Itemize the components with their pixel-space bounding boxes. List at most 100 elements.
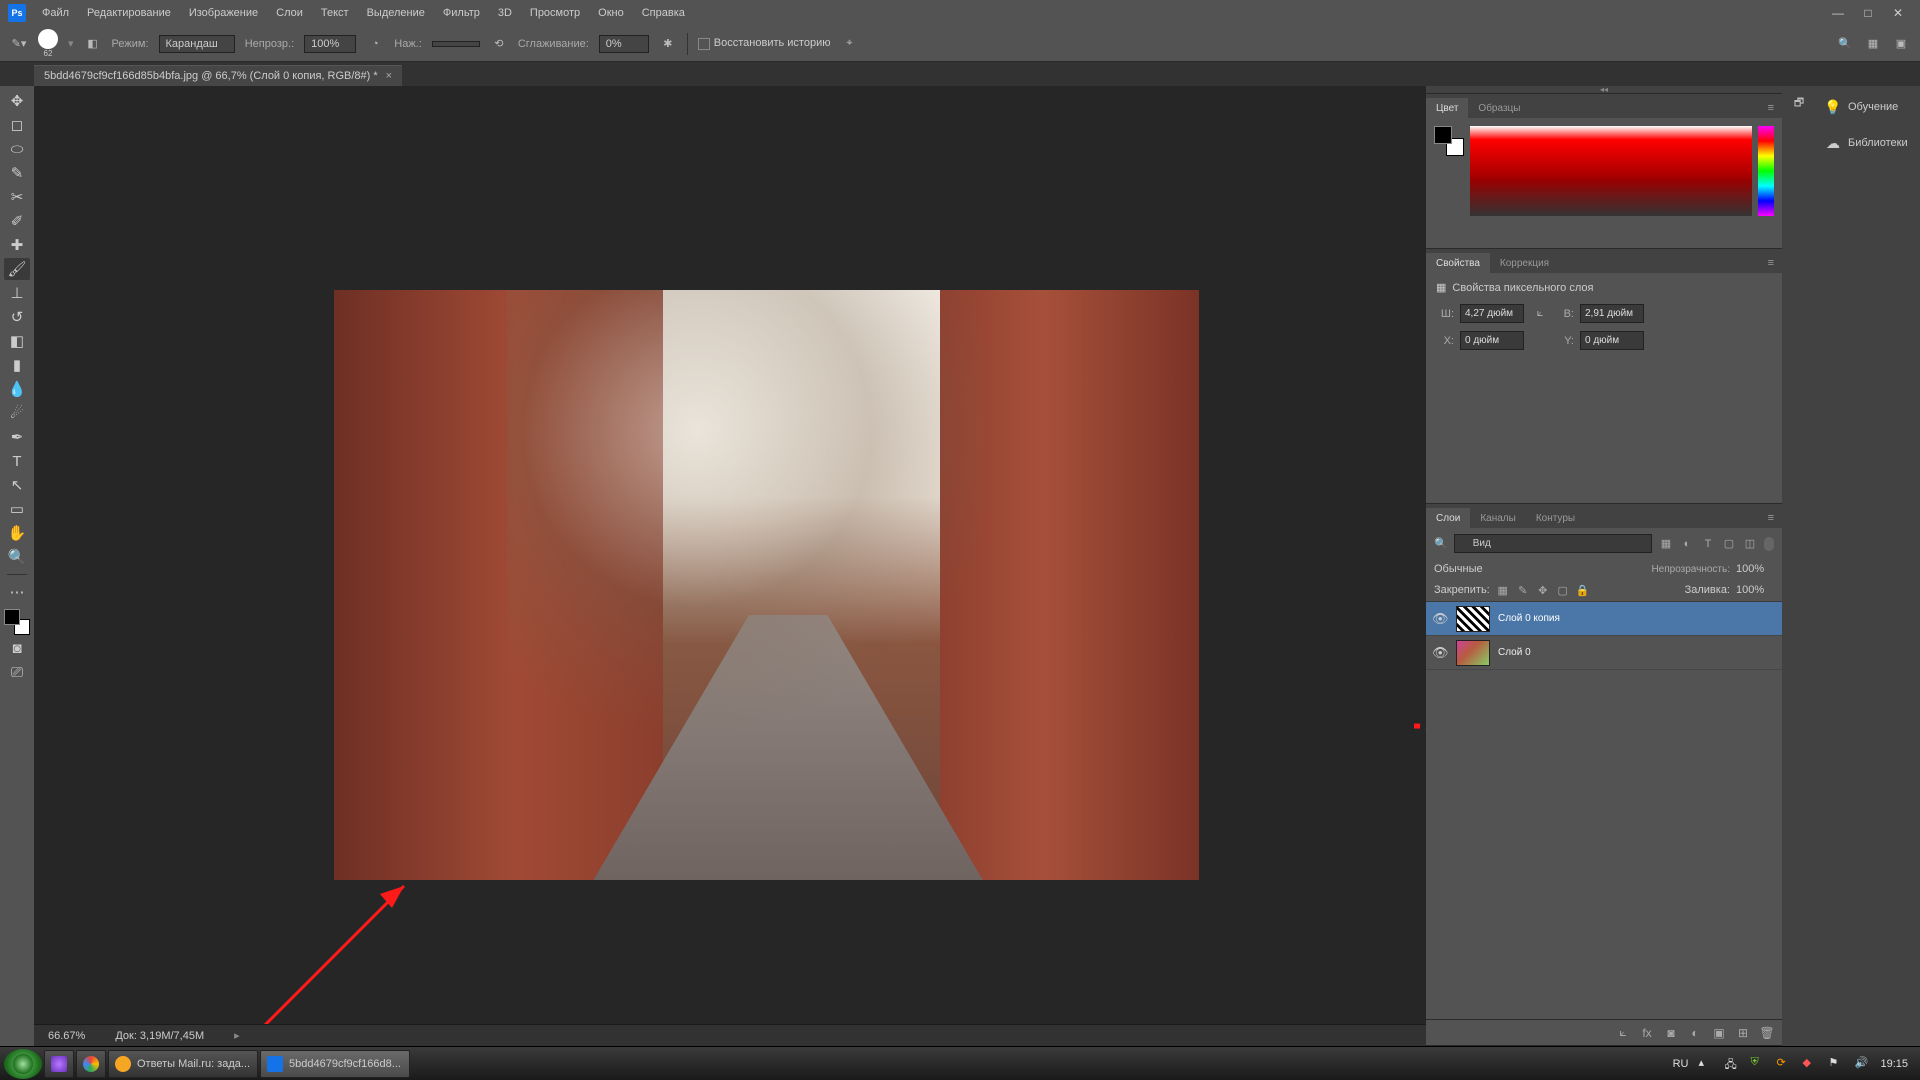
- eyedropper-tool[interactable]: ✐: [4, 210, 30, 232]
- menu-select[interactable]: Выделение: [359, 3, 433, 23]
- tab-adjustments[interactable]: Коррекция: [1490, 253, 1559, 273]
- blur-tool[interactable]: 💧: [4, 378, 30, 400]
- shape-tool[interactable]: ▭: [4, 498, 30, 520]
- tab-channels[interactable]: Каналы: [1470, 508, 1526, 528]
- layer-name[interactable]: Слой 0: [1498, 647, 1531, 658]
- tab-color[interactable]: Цвет: [1426, 98, 1468, 118]
- crop-tool[interactable]: ✂: [4, 186, 30, 208]
- menu-image[interactable]: Изображение: [181, 3, 266, 23]
- layer-thumbnail[interactable]: [1456, 606, 1490, 632]
- menu-window[interactable]: Окно: [590, 3, 632, 23]
- lock-all-icon[interactable]: 🔒: [1576, 583, 1590, 597]
- path-select-tool[interactable]: ↖: [4, 474, 30, 496]
- tray-clock[interactable]: 19:15: [1880, 1058, 1908, 1070]
- adjustment-layer-icon[interactable]: ◐: [1688, 1026, 1702, 1040]
- healing-tool[interactable]: ✚: [4, 234, 30, 256]
- link-wh-icon[interactable]: ⟀: [1530, 305, 1550, 323]
- layer-name[interactable]: Слой 0 копия: [1498, 613, 1560, 624]
- y-field[interactable]: 0 дюйм: [1580, 331, 1644, 350]
- minimize-button[interactable]: —: [1824, 4, 1852, 22]
- tray-flag-icon[interactable]: ⚑: [1828, 1056, 1844, 1072]
- layer-row[interactable]: 👁 Слой 0 копия: [1426, 602, 1782, 636]
- blend-mode-select[interactable]: Обычные: [1434, 563, 1645, 575]
- zoom-level[interactable]: 66.67%: [48, 1030, 85, 1042]
- canvas[interactable]: [34, 86, 1426, 1024]
- pressure-opacity-icon[interactable]: ◔: [366, 35, 384, 53]
- lock-image-icon[interactable]: ✎: [1516, 583, 1530, 597]
- filter-shape-icon[interactable]: ▢: [1721, 536, 1737, 552]
- menu-3d[interactable]: 3D: [490, 3, 520, 23]
- layer-opacity-select[interactable]: 100%: [1736, 563, 1774, 575]
- filter-pixel-icon[interactable]: ▦: [1658, 536, 1674, 552]
- lock-position-icon[interactable]: ✥: [1536, 583, 1550, 597]
- edit-toolbar-icon[interactable]: ⋯: [4, 581, 30, 603]
- tray-network-icon[interactable]: 🖧: [1724, 1056, 1740, 1072]
- tab-paths[interactable]: Контуры: [1526, 508, 1585, 528]
- x-field[interactable]: 0 дюйм: [1460, 331, 1524, 350]
- close-button[interactable]: ✕: [1884, 4, 1912, 22]
- screen-mode-tool[interactable]: ⎚: [4, 661, 30, 683]
- filter-smart-icon[interactable]: ◫: [1742, 536, 1758, 552]
- visibility-icon[interactable]: 👁: [1432, 645, 1448, 661]
- layer-row[interactable]: 👁 Слой 0: [1426, 636, 1782, 670]
- layer-filter-select[interactable]: Вид: [1454, 534, 1652, 553]
- mode-select[interactable]: Карандаш: [159, 35, 235, 53]
- lasso-tool[interactable]: ⬭: [4, 138, 30, 160]
- panel-grip[interactable]: ◂◂: [1426, 86, 1782, 94]
- fill-select[interactable]: 100%: [1736, 584, 1774, 596]
- tray-app-icon[interactable]: ◆: [1802, 1056, 1818, 1072]
- type-tool[interactable]: T: [4, 450, 30, 472]
- search-icon[interactable]: 🔍: [1836, 35, 1854, 53]
- menu-help[interactable]: Справка: [634, 3, 693, 23]
- gradient-tool[interactable]: ▮: [4, 354, 30, 376]
- taskbar-app-browser[interactable]: Ответы Mail.ru: зада...: [108, 1050, 258, 1078]
- zoom-tool[interactable]: 🔍: [4, 546, 30, 568]
- tray-lang[interactable]: RU: [1673, 1058, 1689, 1070]
- airbrush-icon[interactable]: ⟲: [490, 35, 508, 53]
- dodge-tool[interactable]: ☄: [4, 402, 30, 424]
- eraser-tool[interactable]: ◧: [4, 330, 30, 352]
- menu-view[interactable]: Просмотр: [522, 3, 588, 23]
- layer-mask-icon[interactable]: ◙: [1664, 1026, 1678, 1040]
- brush-panel-icon[interactable]: ◧: [84, 35, 102, 53]
- stamp-tool[interactable]: ⊥: [4, 282, 30, 304]
- hue-slider[interactable]: [1758, 126, 1774, 216]
- tab-swatches[interactable]: Образцы: [1468, 98, 1530, 118]
- quick-select-tool[interactable]: ✎: [4, 162, 30, 184]
- brush-preview[interactable]: 62: [38, 29, 58, 58]
- history-brush-tool[interactable]: ↺: [4, 306, 30, 328]
- opacity-select[interactable]: 100%: [304, 35, 356, 53]
- tray-updater-icon[interactable]: ⟳: [1776, 1056, 1792, 1072]
- new-layer-icon[interactable]: ⊞: [1736, 1026, 1750, 1040]
- visibility-icon[interactable]: 👁: [1432, 611, 1448, 627]
- tablet-pressure-icon[interactable]: ⌖: [840, 35, 858, 53]
- color-field[interactable]: [1470, 126, 1752, 216]
- layers-panel-menu-icon[interactable]: ≡: [1760, 508, 1782, 528]
- color-fgbg[interactable]: [1434, 126, 1464, 156]
- menu-layer[interactable]: Слои: [268, 3, 311, 23]
- tab-properties[interactable]: Свойства: [1426, 253, 1490, 273]
- document-tab[interactable]: 5bdd4679cf9cf166d85b4bfa.jpg @ 66,7% (Сл…: [34, 65, 402, 86]
- smoothing-select[interactable]: 0%: [599, 35, 649, 53]
- color-panel-menu-icon[interactable]: ≡: [1760, 98, 1782, 118]
- taskbar-pinned-1[interactable]: [44, 1050, 74, 1078]
- move-tool[interactable]: ✥: [4, 90, 30, 112]
- filter-toggle[interactable]: [1764, 537, 1774, 551]
- filter-adjust-icon[interactable]: ◐: [1679, 536, 1695, 552]
- smoothing-gear-icon[interactable]: ✱: [659, 35, 677, 53]
- pen-tool[interactable]: ✒: [4, 426, 30, 448]
- quick-mask-tool[interactable]: ◙: [4, 637, 30, 659]
- marquee-tool[interactable]: ◻: [4, 114, 30, 136]
- learn-panel-button[interactable]: 💡Обучение: [1816, 92, 1920, 122]
- brush-tool[interactable]: 🖌: [4, 258, 30, 280]
- height-field[interactable]: 2,91 дюйм: [1580, 304, 1644, 323]
- menu-file[interactable]: Файл: [34, 3, 77, 23]
- group-icon[interactable]: ▣: [1712, 1026, 1726, 1040]
- menu-edit[interactable]: Редактирование: [79, 3, 179, 23]
- flow-select[interactable]: [432, 41, 480, 47]
- tray-volume-icon[interactable]: 🔊: [1854, 1056, 1870, 1072]
- filter-type-icon[interactable]: T: [1700, 536, 1716, 552]
- libraries-panel-button[interactable]: ☁Библиотеки: [1816, 128, 1920, 158]
- maximize-button[interactable]: □: [1854, 4, 1882, 22]
- menu-filter[interactable]: Фильтр: [435, 3, 488, 23]
